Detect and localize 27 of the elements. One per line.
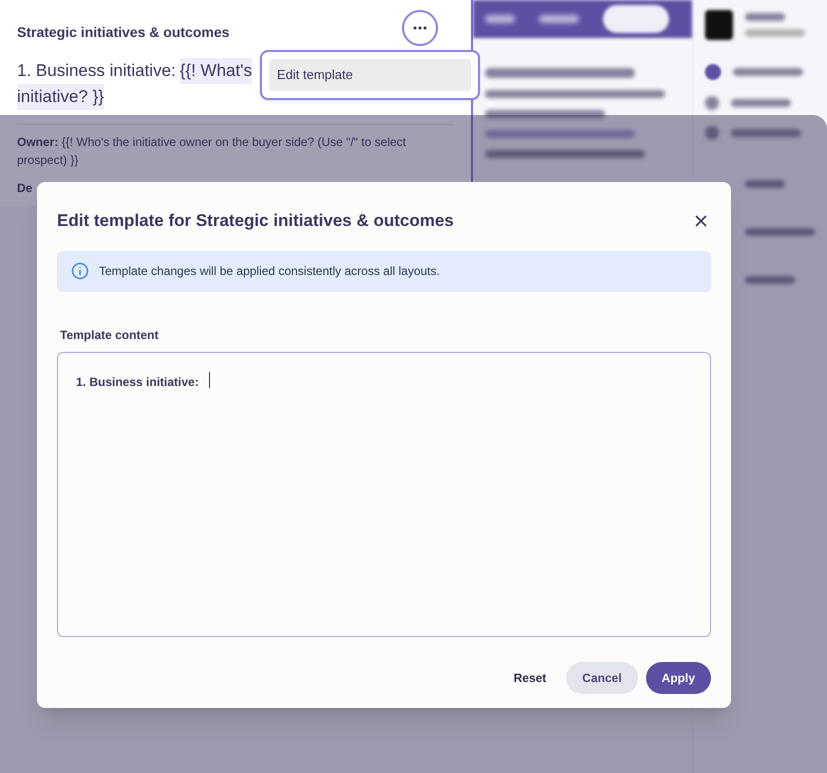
modal-title: Edit template for Strategic initiatives & outcomes [57,210,454,232]
info-text: Template changes will be applied consistently across all layouts. [99,263,440,280]
blurred-icon [705,96,719,110]
primary-action-button[interactable]: Apply [646,662,711,694]
initiative-heading: 1. Business initiative: [17,60,176,82]
blurred-text [745,29,805,37]
blurred-text [745,13,785,21]
template-content-field[interactable]: 1. Business initiative: [57,352,711,636]
blurred-text [485,15,516,23]
close-icon [695,214,707,227]
placeholder-token: {{! What's [180,58,252,84]
section-label: De [17,180,34,197]
blurred-text [539,15,580,23]
card-title: Strategic initiatives & outcomes [17,22,230,42]
blurred-avatar [705,64,721,80]
menu-item[interactable]: Edit template [269,59,471,91]
more-icon [413,26,428,30]
owner-text: Owner: {{! Who's the initiative owner on the buyer side? (Use "/" to select prospect) }} [17,134,407,169]
more-button[interactable] [402,10,438,46]
secondary-action-button[interactable]: Cancel [566,662,638,694]
info-icon [71,262,89,280]
blurred-logo [705,10,733,40]
field-label: Template content [60,326,160,344]
blurred-text [733,68,803,76]
blurred-text [731,99,791,107]
text-action-button[interactable]: Reset [502,662,558,694]
placeholder-token: initiative? }} [17,84,104,110]
